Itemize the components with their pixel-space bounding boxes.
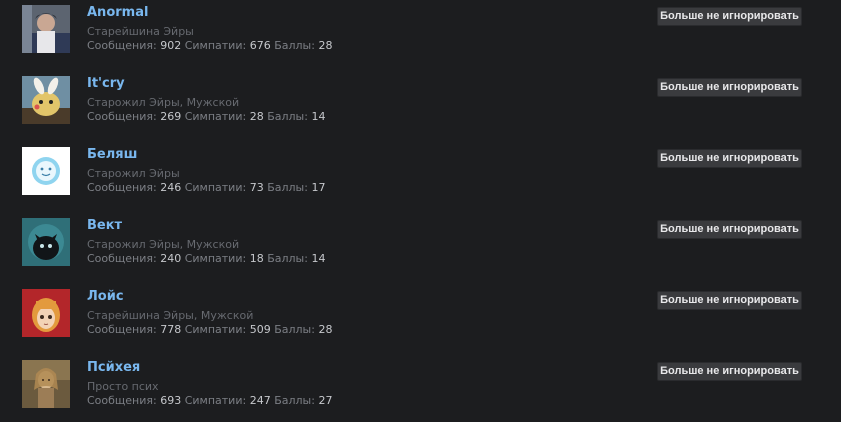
user-name[interactable]: Anormal bbox=[87, 5, 148, 20]
user-title: Старожил Эйры bbox=[87, 167, 180, 180]
avatar[interactable] bbox=[22, 76, 70, 124]
list-item: Псйхея Просто псих Сообщения: 693 Симпат… bbox=[0, 355, 841, 422]
avatar[interactable] bbox=[22, 360, 70, 408]
user-title: Старейшина Эйры, Мужской bbox=[87, 309, 254, 322]
unignore-button[interactable]: Больше не игнорировать bbox=[657, 7, 802, 26]
user-name[interactable]: Лойс bbox=[87, 289, 124, 304]
list-item: Лойс Старейшина Эйры, Мужской Сообщения:… bbox=[0, 284, 841, 355]
unignore-button[interactable]: Больше не игнорировать bbox=[657, 220, 802, 239]
unignore-button[interactable]: Больше не игнорировать bbox=[657, 149, 802, 168]
user-stats: Сообщения: 246 Симпатии: 73 Баллы: 17 bbox=[87, 181, 326, 194]
list-item: Anormal Старейшина Эйры Сообщения: 902 С… bbox=[0, 0, 841, 71]
user-name[interactable]: Вект bbox=[87, 218, 122, 233]
user-stats: Сообщения: 269 Симпатии: 28 Баллы: 14 bbox=[87, 110, 326, 123]
avatar[interactable] bbox=[22, 289, 70, 337]
user-title: Старожил Эйры, Мужской bbox=[87, 96, 240, 109]
unignore-button[interactable]: Больше не игнорировать bbox=[657, 78, 802, 97]
user-title: Старожил Эйры, Мужской bbox=[87, 238, 240, 251]
user-name[interactable]: Беляш bbox=[87, 147, 137, 162]
list-item: Беляш Старожил Эйры Сообщения: 246 Симпа… bbox=[0, 142, 841, 213]
avatar[interactable] bbox=[22, 5, 70, 53]
unignore-button[interactable]: Больше не игнорировать bbox=[657, 362, 802, 381]
list-item: It'cry Старожил Эйры, Мужской Сообщения:… bbox=[0, 71, 841, 142]
user-stats: Сообщения: 778 Симпатии: 509 Баллы: 28 bbox=[87, 323, 333, 336]
user-stats: Сообщения: 902 Симпатии: 676 Баллы: 28 bbox=[87, 39, 333, 52]
user-title: Просто псих bbox=[87, 380, 159, 393]
list-item: Вект Старожил Эйры, Мужской Сообщения: 2… bbox=[0, 213, 841, 284]
user-stats: Сообщения: 240 Симпатии: 18 Баллы: 14 bbox=[87, 252, 326, 265]
user-stats: Сообщения: 693 Симпатии: 247 Баллы: 27 bbox=[87, 394, 333, 407]
avatar[interactable] bbox=[22, 218, 70, 266]
ignored-users-list: Anormal Старейшина Эйры Сообщения: 902 С… bbox=[0, 0, 841, 422]
avatar[interactable] bbox=[22, 147, 70, 195]
unignore-button[interactable]: Больше не игнорировать bbox=[657, 291, 802, 310]
user-name[interactable]: Псйхея bbox=[87, 360, 140, 375]
user-name[interactable]: It'cry bbox=[87, 76, 125, 91]
user-title: Старейшина Эйры bbox=[87, 25, 194, 38]
